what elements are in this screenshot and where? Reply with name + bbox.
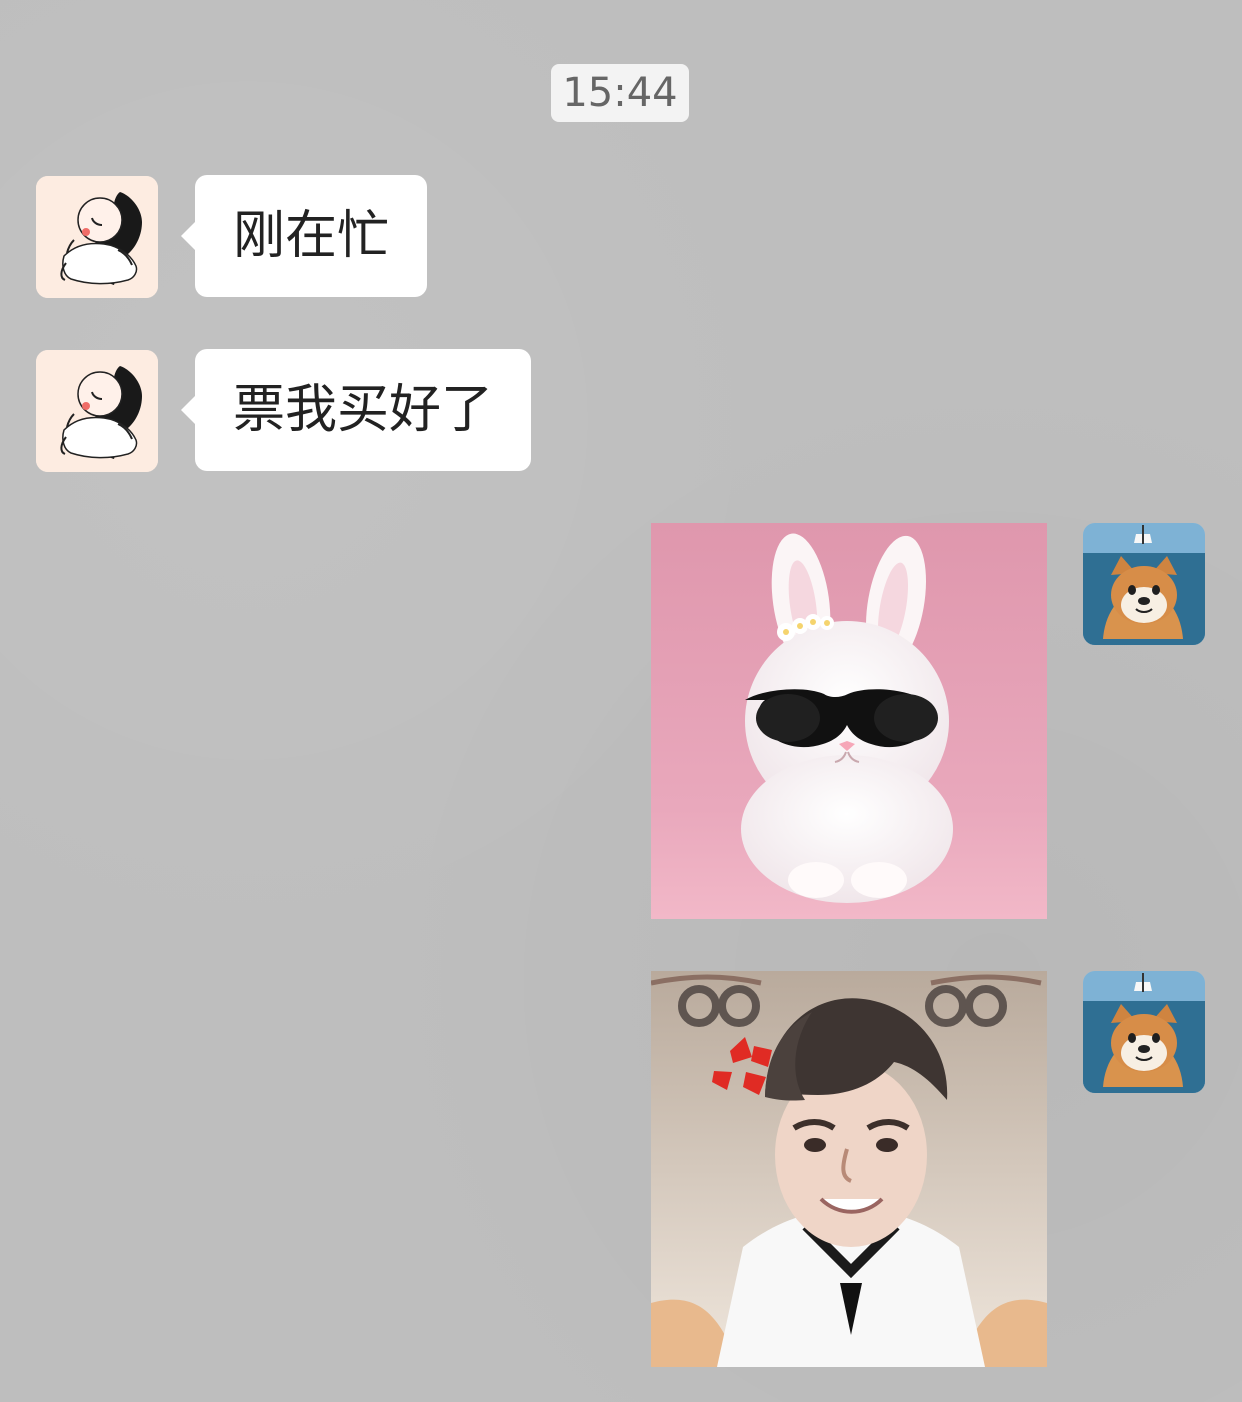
outgoing-avatar[interactable] [1083, 523, 1205, 645]
young-man-angry-emoji-image[interactable] [651, 971, 1047, 1367]
outgoing-avatar[interactable] [1083, 971, 1205, 1093]
cartoon-girl-icon [36, 350, 158, 472]
young-man-image-icon [651, 971, 1047, 1367]
incoming-message-bubble[interactable]: 票我买好了 [180, 349, 532, 471]
incoming-avatar[interactable] [36, 176, 158, 298]
message-text: 票我买好了 [233, 380, 494, 440]
shiba-dog-icon [1083, 971, 1205, 1093]
message-text: 刚在忙 [233, 206, 390, 266]
message-timestamp: 15:44 [551, 64, 689, 122]
incoming-avatar[interactable] [36, 350, 158, 472]
bunny-sunglasses-image[interactable] [651, 523, 1047, 919]
shiba-dog-icon [1083, 523, 1205, 645]
incoming-message-bubble[interactable]: 刚在忙 [180, 175, 428, 297]
cartoon-girl-icon [36, 176, 158, 298]
chat-background [0, 0, 1242, 1402]
bunny-image-icon [651, 523, 1047, 919]
